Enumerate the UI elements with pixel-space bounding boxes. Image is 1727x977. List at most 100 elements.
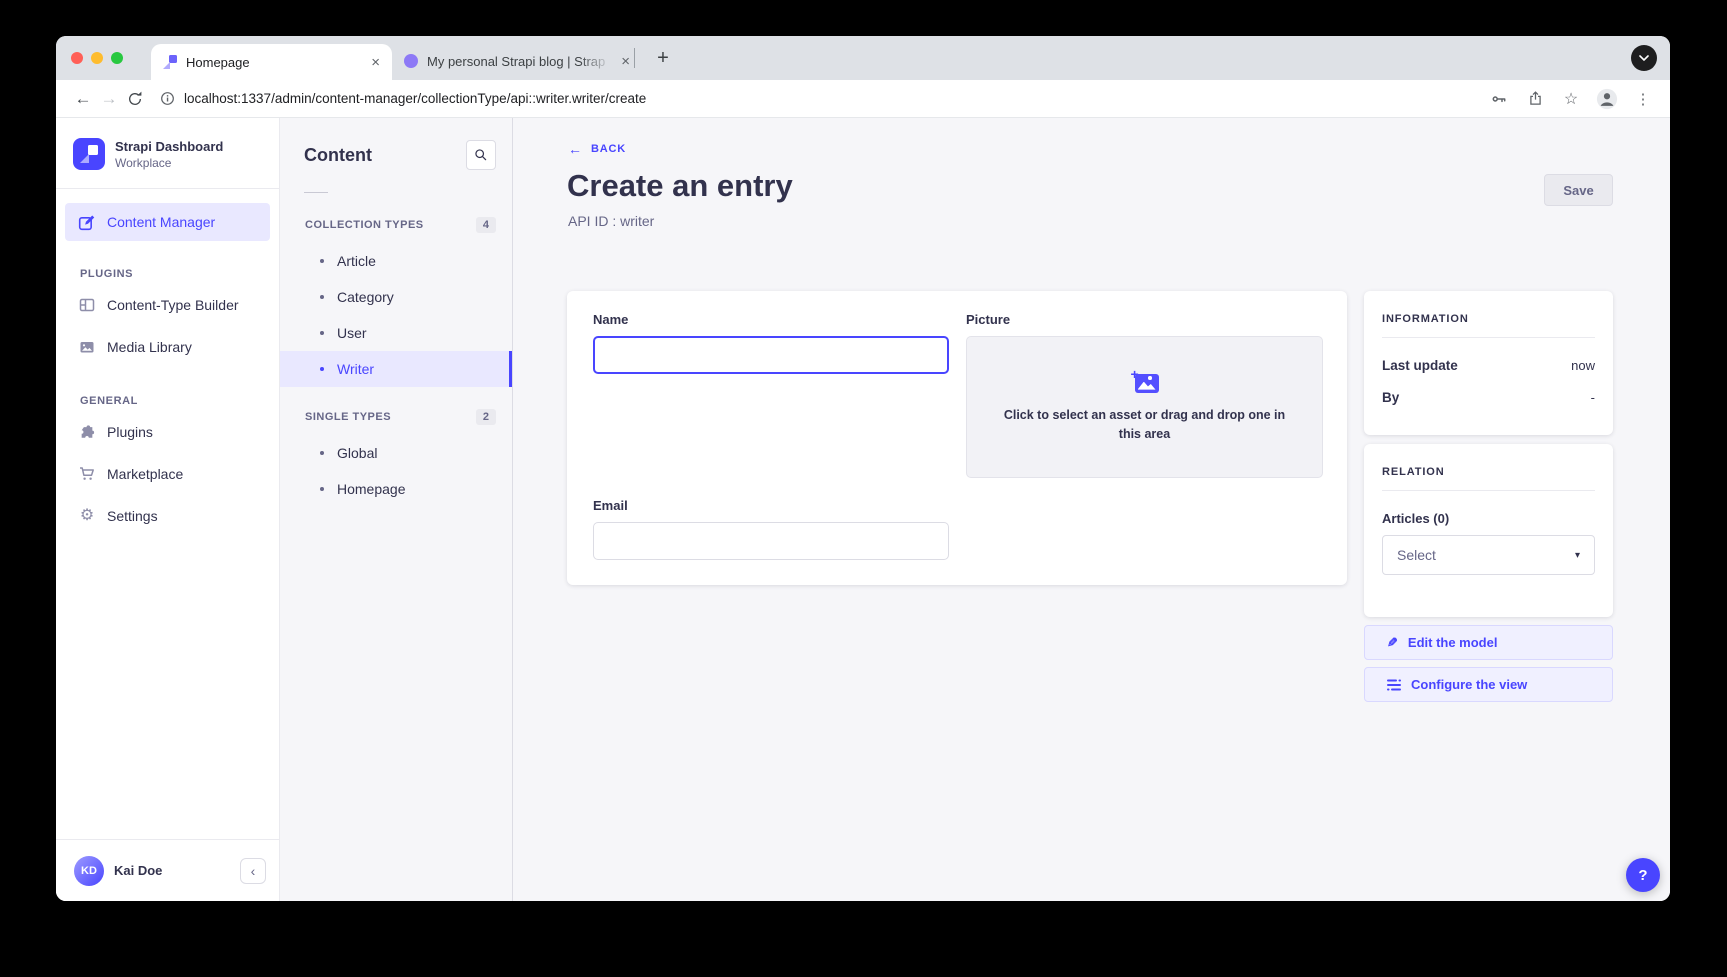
name-input[interactable] xyxy=(593,336,949,374)
close-tab-icon[interactable]: × xyxy=(621,54,630,69)
edit-model-button[interactable]: ✎ Edit the model xyxy=(1364,625,1613,660)
main-content: ← BACK Create an entry API ID : writer S… xyxy=(513,118,1670,901)
divider xyxy=(1382,337,1595,338)
zoom-window-button[interactable] xyxy=(111,52,123,64)
configure-view-button[interactable]: Configure the view xyxy=(1364,667,1613,702)
picture-label: Picture xyxy=(966,312,1323,327)
email-input[interactable] xyxy=(593,522,949,560)
group-header-collection-types: COLLECTION TYPES xyxy=(305,219,424,231)
sidebar-item-homepage[interactable]: Homepage xyxy=(280,471,512,507)
relation-title: RELATION xyxy=(1382,466,1595,478)
list-item-label: Writer xyxy=(337,361,374,377)
media-library-icon xyxy=(79,339,95,355)
list-item-label: Homepage xyxy=(337,481,406,497)
picture-upload-dropzone[interactable]: + Click to select an asset or drag and d… xyxy=(966,336,1323,478)
sidebar-item-global[interactable]: Global xyxy=(280,435,512,471)
close-window-button[interactable] xyxy=(71,52,83,64)
workspace-subtitle: Workplace xyxy=(115,156,223,170)
site-info-icon[interactable] xyxy=(160,91,175,106)
content-sidebar-title: Content xyxy=(304,145,372,166)
chevron-down-icon xyxy=(1639,55,1649,61)
sidebar-item-plugins[interactable]: Plugins xyxy=(56,411,279,453)
strapi-admin-app: Strapi Dashboard Workplace Content Manag… xyxy=(56,118,1670,901)
entry-form-card: Name Picture + Click to select an asset … xyxy=(567,291,1347,585)
password-key-button[interactable] xyxy=(1486,86,1512,112)
new-tab-button[interactable]: + xyxy=(648,43,678,73)
group-header-single-types: SINGLE TYPES xyxy=(305,411,391,423)
chevron-down-icon: ▾ xyxy=(1575,550,1580,561)
sidebar-item-media-library[interactable]: Media Library xyxy=(56,326,279,368)
bullet-icon xyxy=(320,367,324,371)
marketplace-cart-icon xyxy=(79,466,95,482)
content-type-builder-icon xyxy=(79,297,95,313)
bullet-icon xyxy=(320,487,324,491)
sidebar-item-label: Plugins xyxy=(107,424,153,440)
search-button[interactable] xyxy=(466,140,496,170)
reload-button[interactable] xyxy=(122,86,148,112)
sidebar-item-content-manager[interactable]: Content Manager xyxy=(65,203,270,241)
email-field: Email xyxy=(593,498,949,560)
section-header-general: GENERAL xyxy=(56,368,279,411)
list-item-label: Article xyxy=(337,253,376,269)
tab-title: My personal Strapi blog | Strap xyxy=(427,54,612,69)
collapse-sidebar-button[interactable]: ‹ xyxy=(240,858,266,884)
bookmark-star-button[interactable]: ☆ xyxy=(1558,86,1584,112)
sidebar-item-settings[interactable]: ⚙ Settings xyxy=(56,495,279,537)
sidebar-item-user[interactable]: User xyxy=(280,315,512,351)
back-link[interactable]: ← BACK xyxy=(568,142,626,156)
sidebar-item-content-type-builder[interactable]: Content-Type Builder xyxy=(56,284,279,326)
blog-favicon-icon xyxy=(404,54,418,68)
list-item-label: Global xyxy=(337,445,377,461)
email-label: Email xyxy=(593,498,949,513)
profile-button[interactable] xyxy=(1594,86,1620,112)
user-avatar[interactable]: KD xyxy=(74,856,104,886)
sidebar-item-label: Content-Type Builder xyxy=(107,297,239,313)
tab-strapi-blog[interactable]: My personal Strapi blog | Strap × xyxy=(404,45,630,77)
browser-window: Homepage × My personal Strapi blog | Str… xyxy=(56,36,1670,901)
pencil-icon: ✎ xyxy=(1387,635,1398,651)
sidebar-item-writer[interactable]: Writer xyxy=(280,351,512,387)
back-arrow-icon: ← xyxy=(568,142,582,156)
sidebar-item-label: Content Manager xyxy=(107,214,215,230)
toolbar-actions: ☆ ⋮ xyxy=(1486,86,1656,112)
share-button[interactable] xyxy=(1522,86,1548,112)
strapi-logo-icon xyxy=(73,138,105,170)
divider xyxy=(56,188,279,189)
main-sidebar: Strapi Dashboard Workplace Content Manag… xyxy=(56,118,280,901)
list-item-label: User xyxy=(337,325,367,341)
minimize-window-button[interactable] xyxy=(91,52,103,64)
tab-homepage[interactable]: Homepage × xyxy=(151,44,392,80)
tab-search-menu-button[interactable] xyxy=(1631,45,1657,71)
information-title: INFORMATION xyxy=(1382,313,1595,325)
forward-button[interactable]: → xyxy=(96,89,122,109)
sidebar-item-marketplace[interactable]: Marketplace xyxy=(56,453,279,495)
info-row-last-update: Last update now xyxy=(1382,358,1595,373)
save-button[interactable]: Save xyxy=(1544,174,1613,206)
browser-menu-button[interactable]: ⋮ xyxy=(1630,86,1656,112)
workspace-brand[interactable]: Strapi Dashboard Workplace xyxy=(56,118,279,188)
information-panel: INFORMATION Last update now By - xyxy=(1364,291,1613,435)
plugins-puzzle-icon xyxy=(79,424,95,440)
configure-lines-icon xyxy=(1387,679,1401,691)
articles-relation-label: Articles (0) xyxy=(1382,511,1595,526)
url-text[interactable]: localhost:1337/admin/content-manager/col… xyxy=(184,91,646,106)
share-icon xyxy=(1527,90,1544,107)
address-bar[interactable]: localhost:1337/admin/content-manager/col… xyxy=(160,91,1486,106)
sidebar-footer: KD Kai Doe ‹ xyxy=(56,839,279,901)
browser-tab-strip: Homepage × My personal Strapi blog | Str… xyxy=(56,36,1670,80)
sidebar-item-label: Settings xyxy=(107,508,158,524)
bullet-icon xyxy=(320,295,324,299)
tab-separator xyxy=(634,48,635,68)
sidebar-item-category[interactable]: Category xyxy=(280,279,512,315)
articles-select[interactable]: Select ▾ xyxy=(1382,535,1595,575)
help-button[interactable]: ? xyxy=(1626,858,1660,892)
count-badge: 4 xyxy=(476,217,496,233)
close-tab-icon[interactable]: × xyxy=(371,55,380,70)
back-button[interactable]: ← xyxy=(70,89,96,109)
sidebar-item-article[interactable]: Article xyxy=(280,243,512,279)
name-label: Name xyxy=(593,312,949,327)
window-controls xyxy=(71,52,123,64)
profile-avatar-icon xyxy=(1596,88,1618,110)
relation-panel: RELATION Articles (0) Select ▾ xyxy=(1364,444,1613,617)
info-row-by: By - xyxy=(1382,390,1595,405)
